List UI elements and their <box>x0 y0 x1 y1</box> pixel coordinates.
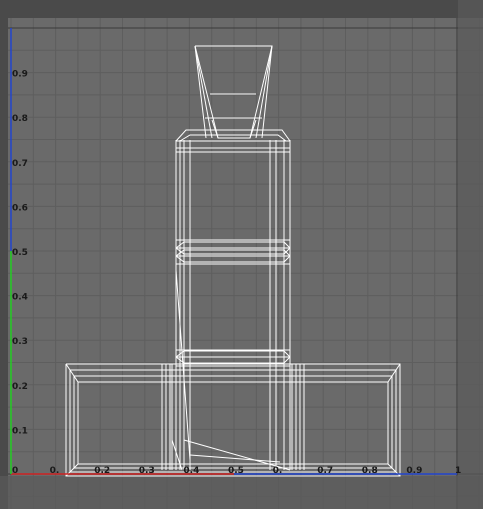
uv-top-edge[interactable] <box>194 45 213 139</box>
top-band <box>0 0 483 18</box>
uv-cross-edge[interactable] <box>175 269 191 461</box>
uv-column-ring-mid[interactable] <box>175 241 291 249</box>
v-tick-label: 0.6 <box>12 203 28 213</box>
u-tick-label: 0.9 <box>406 466 422 476</box>
uv-edge[interactable] <box>65 363 79 383</box>
u-tick-label: 0.4 <box>183 466 199 476</box>
v-tick-label: 0.2 <box>12 382 28 392</box>
uv-cross-edge[interactable] <box>189 454 281 463</box>
v-tick-label: 0.9 <box>12 70 28 80</box>
u-tick-label: 0.2 <box>94 466 110 476</box>
u-tick-label: 0.8 <box>362 466 378 476</box>
right-band <box>458 0 483 509</box>
v-tick-label: 0.5 <box>12 248 28 258</box>
uv-column-ring-mid[interactable] <box>175 255 291 263</box>
v-tick-label: 0.8 <box>12 114 28 124</box>
uv-column-ring-low[interactable] <box>175 350 291 358</box>
left-band <box>0 0 8 509</box>
v-tick-label: 0.4 <box>12 293 28 303</box>
uv-viewport[interactable]: 0.9 0.8 0.7 0.6 0.5 0.4 0.3 0.2 0.1 0 0. 0.2 0.3 0.4 0… <box>0 0 483 509</box>
uv-top-edge[interactable] <box>194 45 207 139</box>
v-tick-label: 0.3 <box>12 337 28 347</box>
u-end-label: 1 <box>455 466 461 476</box>
u-tick-label: 0.5 <box>228 466 244 476</box>
u-tick-label: 0.3 <box>139 466 155 476</box>
u-tick-label: 0. <box>273 466 283 476</box>
uv-canvas[interactable]: 0.90.80.70.60.50.40.30.20.10 0. 0.2 0.3 0.4 0… <box>0 0 483 509</box>
uv-shell-base[interactable] <box>65 363 401 477</box>
v-tick-label: 0.7 <box>12 159 28 169</box>
u-tick-label: 0. <box>50 466 60 476</box>
uv-wireframe[interactable] <box>65 45 401 477</box>
bottom-band <box>0 476 483 509</box>
v-tick-label: 0.1 <box>12 426 28 436</box>
u-tick-label: 0.7 <box>317 466 333 476</box>
origin-label: 0 <box>12 466 18 476</box>
